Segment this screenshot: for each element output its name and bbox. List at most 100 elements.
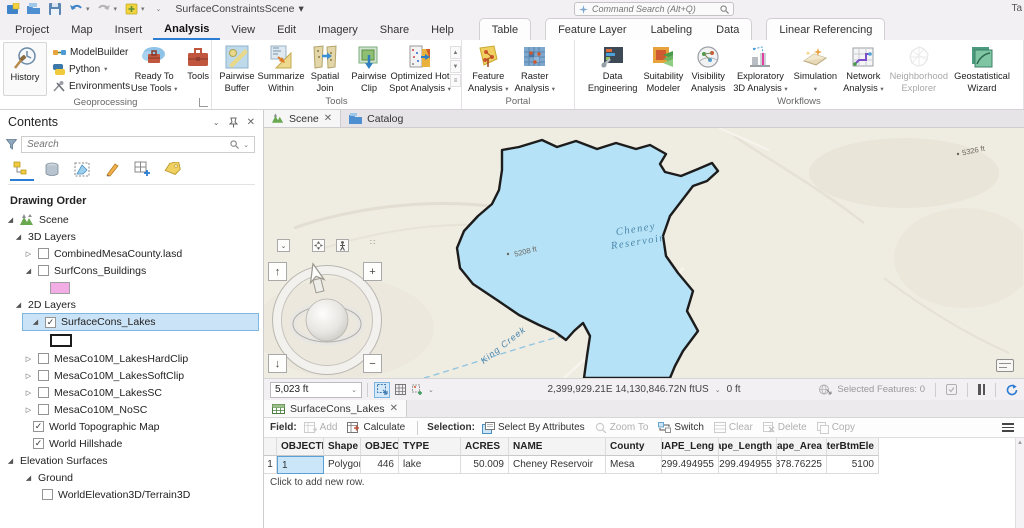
tree-item-world-hillshade[interactable]: ✓ World Hillshade	[0, 435, 263, 452]
tree-item-surfcons-buildings[interactable]: ◢ SurfCons_Buildings	[0, 262, 263, 279]
tab-labeling[interactable]: Labeling	[639, 19, 705, 40]
contents-tab-editing[interactable]	[100, 160, 124, 182]
expander-icon[interactable]: ◢	[6, 457, 15, 465]
history-button[interactable]: History	[3, 42, 47, 96]
selected-features-count[interactable]: Selected Features: 0	[837, 384, 925, 395]
col-header[interactable]: Shape_Length	[719, 438, 777, 456]
expander-icon[interactable]: ◢	[14, 301, 23, 309]
layer-checkbox[interactable]	[38, 387, 49, 398]
command-search-input[interactable]	[592, 4, 716, 14]
layer-checkbox[interactable]	[38, 265, 49, 276]
expander-icon[interactable]: ▷	[24, 372, 33, 380]
grid-scrollbar[interactable]: ▲	[1015, 438, 1024, 528]
move-up-button[interactable]: ↑	[268, 262, 287, 281]
cell-shape[interactable]: Polygon	[324, 456, 361, 474]
contents-tab-labeling[interactable]	[160, 160, 184, 182]
tab-analysis[interactable]: Analysis	[153, 18, 220, 40]
project-title[interactable]: SurfaceConstraintsScene▾	[175, 3, 303, 15]
walk-mode-button[interactable]	[336, 239, 349, 252]
cell-shape-length[interactable]: 2299.494955	[719, 456, 777, 474]
tab-edit[interactable]: Edit	[266, 18, 307, 40]
undo-icon[interactable]	[69, 3, 83, 16]
geostatistical-wizard-button[interactable]: GeostatisticalWizard	[951, 42, 1013, 95]
layer-checkbox[interactable]: ✓	[33, 438, 44, 449]
data-engineering-button[interactable]: DataEngineering	[585, 42, 641, 95]
tab-share[interactable]: Share	[369, 18, 420, 40]
select-by-attributes-button[interactable]: Select By Attributes	[479, 422, 588, 434]
col-header[interactable]: TYPE	[399, 438, 461, 456]
col-header[interactable]: ACRES	[461, 438, 509, 456]
expander-icon[interactable]: ▷	[24, 406, 33, 414]
search-options-chevron-icon[interactable]: ⌄	[243, 141, 249, 149]
col-header[interactable]: NAME	[509, 438, 606, 456]
pairwise-buffer-button[interactable]: PairwiseBuffer	[215, 42, 259, 95]
tab-feature-layer[interactable]: Feature Layer	[546, 19, 638, 40]
optimized-hot-spot-analysis-button[interactable]: Optimized Hot Spot Analysis ▾	[391, 42, 449, 95]
undo-dropdown-icon[interactable]: ▾	[86, 5, 90, 13]
clear-selection-button[interactable]: Clear	[711, 422, 756, 433]
gallery-down-icon[interactable]: ▼	[450, 60, 461, 73]
contents-search-input[interactable]	[27, 139, 226, 150]
layer-checkbox[interactable]	[38, 353, 49, 364]
suitability-modeler-button[interactable]: SuitabilityModeler	[640, 42, 686, 95]
cell-name[interactable]: Cheney Reservoir	[509, 456, 606, 474]
cell-waterbtmele[interactable]: 5100	[827, 456, 879, 474]
tree-item-nosc[interactable]: ▷ MesaCo10M_NoSC	[0, 401, 263, 418]
full-control-navigator-button[interactable]	[312, 239, 325, 252]
selection-constraint-icon[interactable]	[946, 384, 957, 395]
close-pane-icon[interactable]: ✕	[247, 117, 255, 128]
tree-item-ground[interactable]: ◢ Ground	[0, 469, 263, 486]
cell-shape-area[interactable]: 202378.76225	[777, 456, 827, 474]
filter-icon[interactable]	[6, 139, 17, 150]
col-header[interactable]: Shape *	[324, 438, 361, 456]
feature-analysis-button[interactable]: Feature Analysis ▾	[465, 42, 511, 95]
drag-dots-icon[interactable]: ∷	[370, 238, 375, 247]
tab-view[interactable]: View	[220, 18, 266, 40]
exploratory-3d-analysis-button[interactable]: Exploratory 3D Analysis ▾	[730, 42, 790, 95]
tree-item-world-topographic-map[interactable]: ✓ World Topographic Map	[0, 418, 263, 435]
network-analysis-button[interactable]: Network Analysis ▾	[840, 42, 886, 95]
add-field-button[interactable]: Add	[301, 422, 341, 433]
layer-checkbox[interactable]	[38, 248, 49, 259]
expander-icon[interactable]: ◢	[6, 216, 15, 224]
col-header[interactable]: County	[606, 438, 662, 456]
tab-imagery[interactable]: Imagery	[307, 18, 369, 40]
delete-selection-button[interactable]: Delete	[760, 422, 810, 433]
zoom-out-button[interactable]: −	[363, 354, 382, 373]
open-project-icon[interactable]	[27, 3, 41, 16]
visibility-analysis-button[interactable]: VisibilityAnalysis	[686, 42, 730, 95]
switch-selection-button[interactable]: Switch	[655, 422, 706, 433]
modelbuilder-button[interactable]: ModelBuilder	[53, 45, 130, 59]
expander-icon[interactable]: ◢	[24, 267, 33, 275]
pane-menu-chevron-icon[interactable]: ⌄	[213, 118, 220, 127]
col-header[interactable]: Shape_Area	[777, 438, 827, 456]
save-project-icon[interactable]	[48, 3, 62, 16]
tab-help[interactable]: Help	[420, 18, 465, 40]
expander-icon[interactable]: ◢	[14, 233, 23, 241]
zoom-in-button[interactable]: +	[363, 262, 382, 281]
contents-tab-drawing-order[interactable]	[10, 160, 34, 182]
navigate-tool-button[interactable]	[374, 382, 390, 398]
col-header[interactable]: OBJECTID	[361, 438, 399, 456]
zoom-to-button[interactable]: Zoom To	[592, 422, 652, 433]
tree-item-scene[interactable]: ◢ Scene	[0, 211, 263, 228]
cell-objectid1[interactable]: 1	[277, 456, 324, 474]
user-name[interactable]: Ta	[1011, 3, 1022, 14]
view-tab-catalog[interactable]: Catalog	[341, 110, 411, 127]
ready-to-use-tools-button[interactable]: Ready To Use Tools ▾	[132, 42, 176, 96]
close-table-icon[interactable]: ✕	[390, 403, 398, 414]
pairwise-clip-button[interactable]: PairwiseClip	[347, 42, 391, 95]
command-search[interactable]	[574, 2, 734, 16]
tab-insert[interactable]: Insert	[104, 18, 154, 40]
snapping-toggle-button[interactable]	[410, 382, 426, 398]
expander-icon[interactable]: ▷	[24, 355, 33, 363]
tree-item-lakeshardclip[interactable]: ▷ MesaCo10M_LakesHardClip	[0, 350, 263, 367]
move-down-button[interactable]: ↓	[268, 354, 287, 373]
pause-drawing-button[interactable]	[978, 384, 985, 395]
tree-item-surfacecons-lakes[interactable]: ◢ ✓ SurfaceCons_Lakes	[22, 313, 259, 331]
geoprocessing-launcher-icon[interactable]	[199, 98, 208, 107]
tree-item-combinedmesacounty[interactable]: ▷ CombinedMesaCounty.lasd	[0, 245, 263, 262]
redo-icon[interactable]	[97, 3, 111, 16]
scene-view[interactable]: CheneyReservoir 5208 ft 5326 ft King Cre…	[264, 128, 1024, 378]
tree-item-2d-layers[interactable]: ◢ 2D Layers	[0, 296, 263, 313]
